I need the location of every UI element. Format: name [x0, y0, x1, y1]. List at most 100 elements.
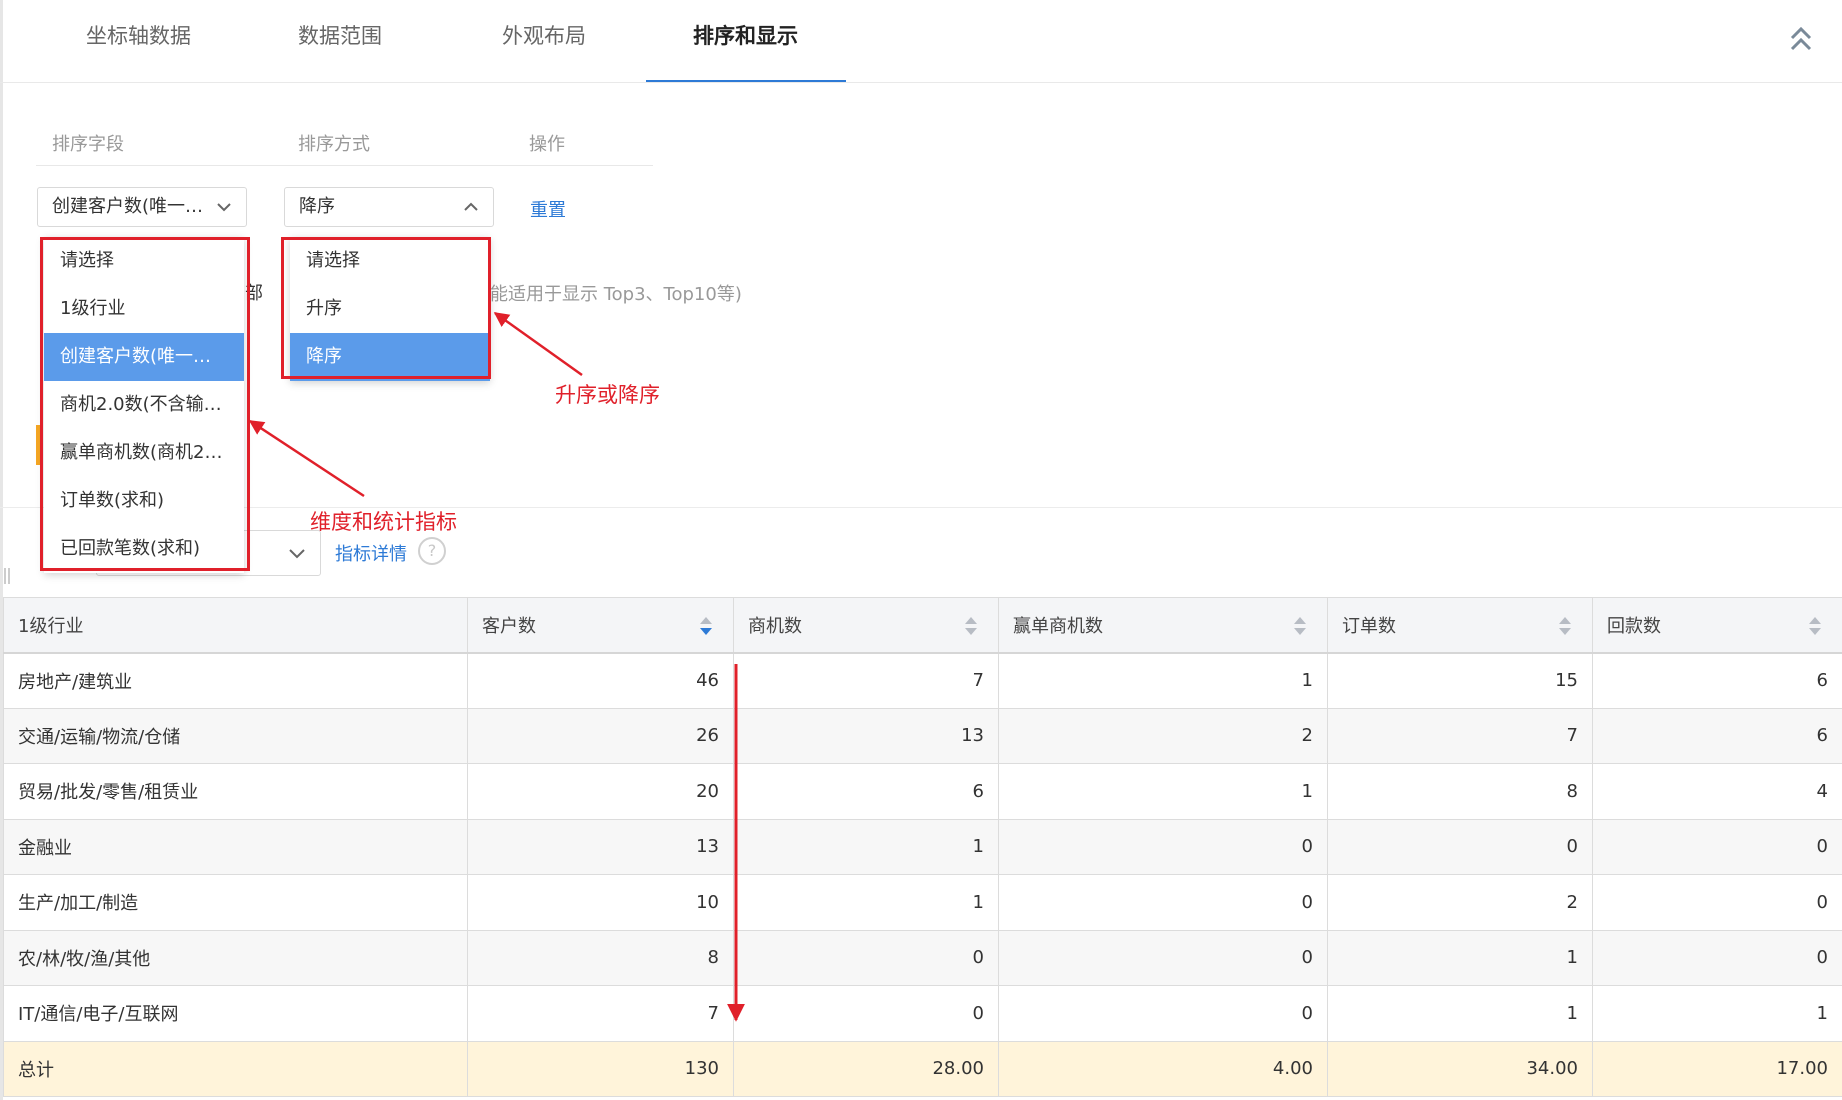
- table-cell: 46: [467, 652, 734, 709]
- table-cell: 1: [998, 652, 1328, 709]
- dropdown-option[interactable]: 订单数(求和): [44, 477, 244, 525]
- tab-appearance-layout[interactable]: 外观布局: [502, 20, 586, 50]
- table-row: 房地产/建筑业 46 7 1 15 6: [3, 652, 1842, 709]
- column-header[interactable]: 商机数: [733, 597, 999, 654]
- table-row: 交通/运输/物流/仓储 26 13 2 7 6: [3, 707, 1842, 764]
- table-cell: 13: [467, 818, 734, 875]
- table-cell: 4: [1592, 763, 1842, 820]
- sort-order-dropdown[interactable]: 请选择 升序 降序: [290, 237, 490, 381]
- total-cell: 34.00: [1327, 1040, 1593, 1097]
- data-table: 1级行业 客户数 商机数 赢单商机数 订单数 回款数 房地产/建筑业 46 7 …: [3, 597, 1842, 1097]
- table-cell: 0: [998, 874, 1328, 931]
- sort-icon[interactable]: [964, 615, 978, 637]
- dropdown-option[interactable]: 赢单商机数(商机2…: [44, 429, 244, 477]
- sort-order-select[interactable]: 降序: [284, 187, 494, 227]
- total-label: 总计: [3, 1040, 468, 1097]
- arrow-to-order-dropdown: [493, 311, 583, 377]
- metric-detail-link[interactable]: 指标详情: [335, 540, 407, 566]
- dropdown-option[interactable]: 商机2.0数(不含输…: [44, 381, 244, 429]
- table-cell: 0: [733, 929, 999, 986]
- table-cell: 0: [998, 818, 1328, 875]
- table-cell: 6: [1592, 707, 1842, 764]
- table-cell: 10: [467, 874, 734, 931]
- table-cell: 7: [733, 652, 999, 709]
- table-cell: 7: [1327, 707, 1593, 764]
- sort-icon[interactable]: [1808, 615, 1822, 637]
- table-cell: 1: [1592, 985, 1842, 1042]
- orange-marker: [36, 425, 41, 465]
- sort-field-dropdown[interactable]: 请选择 1级行业 创建客户数(唯一… 商机2.0数(不含输… 赢单商机数(商机2…: [44, 237, 244, 573]
- dropdown-option[interactable]: 1级行业: [44, 285, 244, 333]
- table-cell: 8: [467, 929, 734, 986]
- arrow-to-field-dropdown: [248, 419, 365, 498]
- table-cell: 0: [1592, 929, 1842, 986]
- table-row: 农/林/牧/渔/其他 8 0 0 1 0: [3, 929, 1842, 986]
- tabs-divider: [0, 82, 1842, 83]
- column-header[interactable]: 回款数: [1592, 597, 1842, 654]
- tab-axis-data[interactable]: 坐标轴数据: [86, 20, 191, 50]
- tab-sort-display[interactable]: 排序和显示: [693, 20, 798, 50]
- chevron-up-icon: [464, 202, 478, 211]
- table-cell: 13: [733, 707, 999, 764]
- column-header[interactable]: 赢单商机数: [998, 597, 1328, 654]
- total-row: 总计 130 28.00 4.00 34.00 17.00: [3, 1040, 1842, 1097]
- chevron-down-icon: [289, 549, 305, 559]
- table-cell: 6: [733, 763, 999, 820]
- industry-cell: 房地产/建筑业: [3, 652, 468, 709]
- hidden-option-text: 部: [245, 283, 263, 304]
- top-n-hint: 能适用于显示 Top3、Top10等): [490, 284, 742, 305]
- dropdown-option[interactable]: 请选择: [44, 237, 244, 285]
- table-row: IT/通信/电子/互联网 7 0 0 1 1: [3, 985, 1842, 1042]
- table-cell: 0: [998, 929, 1328, 986]
- table-row: 金融业 13 1 0 0 0: [3, 818, 1842, 875]
- column-header[interactable]: 客户数: [467, 597, 734, 654]
- sort-action-header: 操作: [529, 134, 565, 155]
- reset-button[interactable]: 重置: [530, 196, 566, 222]
- table-cell: 0: [1592, 874, 1842, 931]
- table-cell: 1: [1327, 929, 1593, 986]
- table-cell: 26: [467, 707, 734, 764]
- total-cell: 130: [467, 1040, 734, 1097]
- total-cell: 4.00: [998, 1040, 1328, 1097]
- dropdown-option[interactable]: 请选择: [290, 237, 490, 285]
- section-divider: [0, 507, 1842, 508]
- industry-cell: 生产/加工/制造: [3, 874, 468, 931]
- collapse-up-icon[interactable]: [1788, 24, 1814, 54]
- industry-cell: 金融业: [3, 818, 468, 875]
- dropdown-option[interactable]: 升序: [290, 285, 490, 333]
- table-cell: 7: [467, 985, 734, 1042]
- table-cell: 1: [733, 874, 999, 931]
- column-header[interactable]: 1级行业: [3, 597, 468, 654]
- chevron-down-icon: [217, 203, 231, 212]
- industry-cell: 贸易/批发/零售/租赁业: [3, 763, 468, 820]
- sort-order-value: 降序: [299, 196, 335, 217]
- table-cell: 6: [1592, 652, 1842, 709]
- industry-cell: 农/林/牧/渔/其他: [3, 929, 468, 986]
- dropdown-option-selected[interactable]: 创建客户数(唯一…: [44, 333, 244, 381]
- table-cell: 0: [1592, 818, 1842, 875]
- table-cell: 2: [998, 707, 1328, 764]
- total-cell: 28.00: [733, 1040, 999, 1097]
- industry-cell: IT/通信/电子/互联网: [3, 985, 468, 1042]
- table-cell: 0: [998, 985, 1328, 1042]
- dropdown-option[interactable]: 已回款笔数(求和): [44, 525, 244, 573]
- sort-field-select[interactable]: 创建客户数(唯一…: [37, 187, 247, 227]
- table-cell: 0: [733, 985, 999, 1042]
- table-cell: 0: [1327, 818, 1593, 875]
- total-cell: 17.00: [1592, 1040, 1842, 1097]
- annotation-fields: 维度和统计指标: [310, 510, 457, 534]
- sort-icon[interactable]: [1293, 615, 1307, 637]
- sort-header-divider: [36, 165, 653, 166]
- resize-handle-icon[interactable]: [3, 568, 11, 584]
- annotation-order: 升序或降序: [555, 383, 660, 407]
- sort-icon[interactable]: [1558, 615, 1572, 637]
- tab-data-range[interactable]: 数据范围: [298, 20, 382, 50]
- sort-field-header: 排序字段: [52, 134, 124, 155]
- help-icon[interactable]: ?: [418, 537, 446, 565]
- industry-cell: 交通/运输/物流/仓储: [3, 707, 468, 764]
- sort-desc-icon[interactable]: [699, 615, 713, 637]
- column-header[interactable]: 订单数: [1327, 597, 1593, 654]
- table-cell: 8: [1327, 763, 1593, 820]
- sort-field-value: 创建客户数(唯一…: [52, 196, 204, 217]
- dropdown-option-selected[interactable]: 降序: [290, 333, 490, 381]
